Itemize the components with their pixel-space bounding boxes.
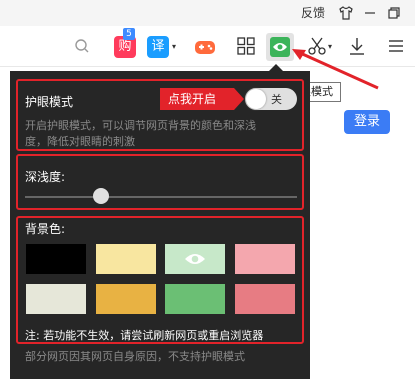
feedback-link[interactable]: 反馈 — [301, 4, 325, 21]
grid-icon[interactable] — [237, 37, 255, 55]
title-bar: 反馈 — [0, 0, 415, 26]
selected-eye-icon — [185, 254, 205, 264]
scissors-dropdown-icon[interactable]: ▾ — [328, 42, 332, 51]
color-swatch[interactable] — [165, 244, 225, 274]
eye-mode-title: 护眼模式 — [25, 95, 74, 109]
depth-title: 深浅度: — [25, 170, 66, 184]
search-icon[interactable] — [74, 38, 90, 54]
download-icon[interactable] — [347, 36, 367, 56]
eye-mode-button[interactable] — [266, 33, 294, 61]
game-icon[interactable] — [194, 36, 216, 58]
note-text: 注: 若功能不生效，请尝试刷新网页或重启浏览器 — [25, 329, 264, 342]
shopping-badge: 5 — [123, 28, 135, 40]
menu-icon[interactable] — [387, 37, 405, 55]
unsupported-note: 部分网页因其网页自身原因，不支持护眼模式 — [25, 350, 245, 363]
enable-callout: 点我开启 — [160, 88, 244, 110]
scissors-icon[interactable] — [307, 36, 327, 56]
color-swatch[interactable] — [96, 284, 156, 314]
depth-slider-track[interactable] — [25, 196, 297, 198]
color-swatch[interactable] — [96, 244, 156, 274]
background-color-title: 背景色: — [25, 222, 66, 236]
minimize-icon[interactable] — [362, 5, 378, 21]
color-swatch[interactable] — [235, 244, 295, 274]
eye-mode-desc-2: 度，降低对眼睛的刺激 — [25, 135, 135, 148]
color-swatch[interactable] — [235, 284, 295, 314]
color-swatch[interactable] — [26, 244, 86, 274]
color-swatch[interactable] — [26, 284, 86, 314]
translate-button[interactable]: 译 — [147, 36, 169, 58]
eye-icon — [273, 43, 287, 51]
shirt-icon[interactable] — [338, 5, 354, 21]
eye-icon-bg — [270, 37, 290, 57]
toggle-state-label: 关 — [271, 93, 282, 106]
login-button[interactable]: 登录 — [344, 110, 390, 134]
eye-mode-toggle[interactable]: 关 — [245, 88, 297, 110]
eye-mode-desc-1: 开启护眼模式，可以调节网页背景的颜色和深浅 — [25, 119, 256, 132]
translate-dropdown-icon[interactable]: ▾ — [172, 42, 176, 51]
restore-icon[interactable] — [386, 5, 402, 21]
toggle-knob — [246, 89, 266, 109]
color-swatch[interactable] — [165, 284, 225, 314]
